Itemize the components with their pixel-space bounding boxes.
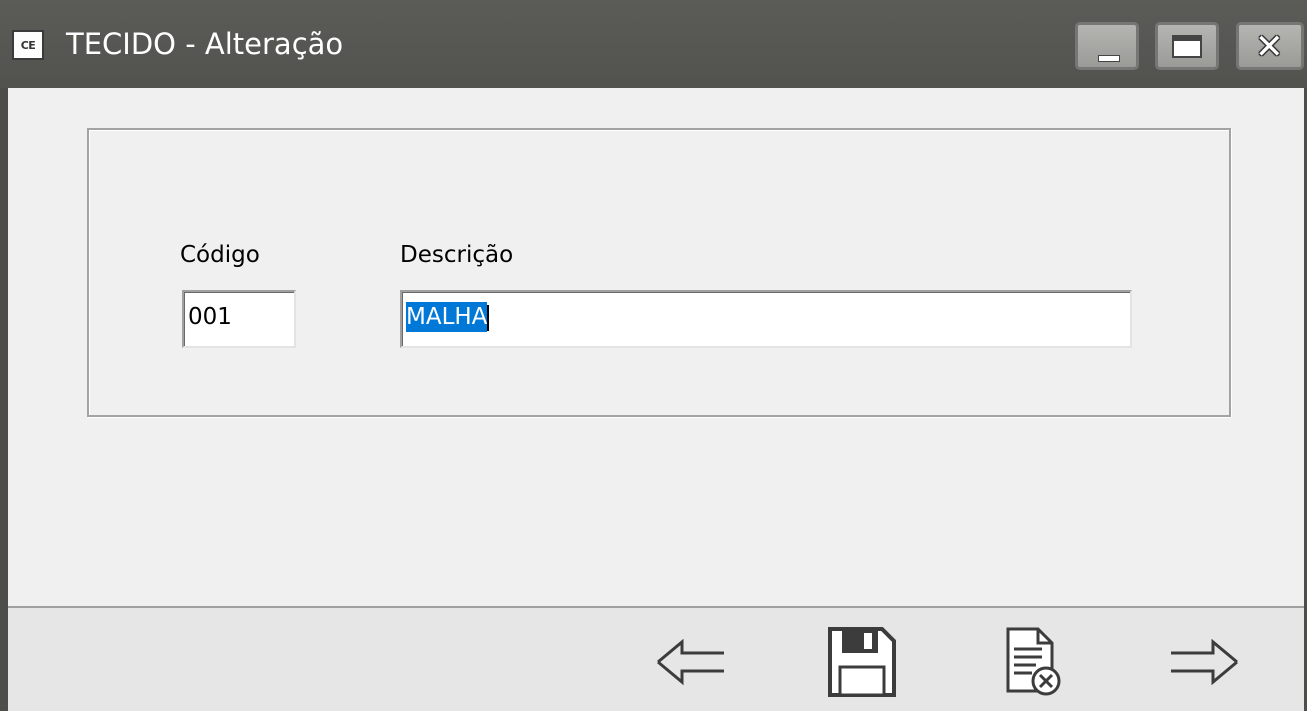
descricao-label: Descrição — [400, 242, 514, 268]
close-icon: ✕ — [1255, 27, 1284, 67]
window-title: TECIDO - Alteração — [66, 27, 344, 61]
codigo-field[interactable]: 001 — [182, 290, 296, 348]
codigo-value: 001 — [188, 304, 232, 330]
save-icon — [828, 627, 896, 697]
arrow-right-icon — [1171, 638, 1238, 686]
text-caret — [487, 304, 490, 331]
save-button[interactable] — [815, 622, 905, 702]
form-groupbox — [87, 128, 1231, 417]
arrow-left-icon — [657, 638, 724, 686]
next-button[interactable] — [1160, 622, 1250, 702]
previous-button[interactable] — [645, 622, 735, 702]
minimize-icon — [1098, 55, 1120, 62]
codigo-label: Código — [180, 242, 260, 268]
maximize-icon — [1172, 35, 1202, 58]
descricao-value: MALHA — [406, 302, 488, 332]
app-icon[interactable]: CE — [12, 30, 44, 60]
window: CE TECIDO - Alteração ✕ Código Descrição… — [0, 0, 1307, 711]
maximize-button[interactable] — [1155, 22, 1219, 70]
cancel-document-icon — [1006, 627, 1061, 696]
descricao-field[interactable]: MALHA — [400, 290, 1132, 348]
title-bar[interactable]: CE TECIDO - Alteração ✕ — [0, 0, 1307, 88]
window-left-border — [0, 88, 8, 711]
close-button[interactable]: ✕ — [1236, 22, 1304, 70]
minimize-button[interactable] — [1075, 22, 1139, 70]
cancel-button[interactable] — [985, 622, 1075, 702]
